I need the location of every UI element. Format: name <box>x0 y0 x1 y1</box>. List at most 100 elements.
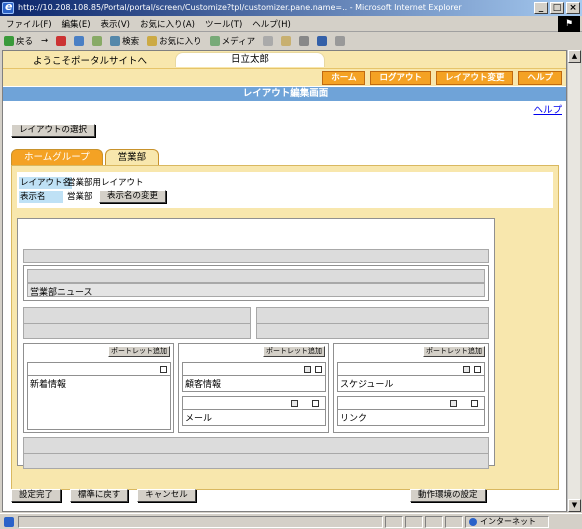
home-button[interactable] <box>92 36 103 46</box>
close-icon[interactable] <box>471 399 478 407</box>
close-icon[interactable] <box>160 365 167 373</box>
scroll-down-icon[interactable]: ▼ <box>568 499 581 512</box>
middle-right-cell <box>256 307 489 339</box>
nav-home-button[interactable]: ホーム <box>322 71 366 85</box>
history-icon <box>263 36 274 46</box>
close-icon[interactable] <box>312 399 319 407</box>
stop-icon <box>56 36 67 46</box>
environment-settings-button[interactable]: 動作環境の設定 <box>410 489 486 502</box>
maximize-icon[interactable] <box>450 399 457 407</box>
portlet-schedule: スケジュール <box>337 362 485 392</box>
word-icon <box>317 36 328 46</box>
portlet-customer-info: 顧客情報 <box>182 362 326 392</box>
group-tabs: ホームグループ 営業部 <box>11 149 161 165</box>
menu-file[interactable]: ファイル(F) <box>6 18 52 30</box>
nav-logout-button[interactable]: ログアウト <box>370 71 431 85</box>
discuss-icon <box>335 36 346 46</box>
maximize-icon[interactable] <box>463 365 470 373</box>
edit-button[interactable] <box>317 36 328 46</box>
vertical-scrollbar[interactable]: ▲ ▼ <box>567 50 581 512</box>
cancel-button[interactable]: キャンセル <box>137 489 196 502</box>
refresh-icon <box>74 36 85 46</box>
search-button[interactable]: 検索 <box>110 35 139 47</box>
windows-flag-icon: ⚑ <box>558 16 580 32</box>
browser-toolbar: 戻る → 検索 お気に入り メディア <box>0 33 582 49</box>
favorites-icon <box>147 36 158 46</box>
print-icon <box>299 36 310 46</box>
restore-default-button[interactable]: 標準に戻す <box>69 489 129 502</box>
zone-indicator: インターネット <box>465 515 549 528</box>
close-icon[interactable] <box>474 365 481 373</box>
layout-name-value: 営業部用レイアウト <box>67 178 144 188</box>
top-portlet-bar <box>27 269 485 283</box>
finish-settings-button[interactable]: 設定完了 <box>11 489 62 502</box>
add-portlet-button-col1[interactable]: ポートレット追加 <box>108 346 170 357</box>
portlet-name: 顧客情報 <box>185 380 222 390</box>
forward-button[interactable]: → <box>41 36 48 46</box>
nav-layout-change-button[interactable]: レイアウト変更 <box>435 71 514 85</box>
add-portlet-button-col2[interactable]: ポートレット追加 <box>263 346 325 357</box>
bottom-row <box>23 437 489 469</box>
media-button[interactable]: メディア <box>209 35 255 47</box>
help-link[interactable]: ヘルプ <box>533 102 562 116</box>
middle-left-cell <box>23 307 251 339</box>
status-text <box>18 515 383 528</box>
display-name-value: 営業部 <box>67 192 93 202</box>
layout-name-label: レイアウト名 <box>19 177 73 189</box>
display-name-change-button[interactable]: 表示名の変更 <box>99 190 167 203</box>
add-portlet-button-col3[interactable]: ポートレット追加 <box>423 346 485 357</box>
menu-favorites[interactable]: お気に入り(A) <box>140 18 195 30</box>
refresh-button[interactable] <box>74 36 85 46</box>
layout-editor-area: 営業部ニュース ポートレット追加 新着情報 ポートレット追加 顧客情報 メール … <box>17 218 495 469</box>
menu-bar: ファイル(F) 編集(E) 表示(V) お気に入り(A) ツール(T) ヘルプ(… <box>0 16 582 32</box>
layout-select-button[interactable]: レイアウトの選択 <box>11 124 96 137</box>
window-title: http://10.208.108.85/Portal/portal/scree… <box>18 3 462 12</box>
tab-home-group[interactable]: ホームグループ <box>11 149 103 165</box>
maximize-button[interactable]: □ <box>550 2 564 14</box>
minimize-button[interactable]: _ <box>534 2 548 14</box>
scroll-up-icon[interactable]: ▲ <box>568 50 581 63</box>
welcome-text: ようこそポータルサイトへ <box>33 56 148 67</box>
window-titlebar: http://10.208.108.85/Portal/portal/scree… <box>0 0 582 16</box>
column-3: ポートレット追加 スケジュール リンク <box>333 343 489 433</box>
close-icon[interactable] <box>315 365 322 373</box>
top-portlet-name: 営業部ニュース <box>30 288 93 298</box>
history-button[interactable] <box>263 36 274 46</box>
home-icon <box>92 36 103 46</box>
portlet-name: メール <box>185 414 213 424</box>
column-1: ポートレット追加 新着情報 <box>23 343 174 433</box>
portal-top-strip: ようこそポータルサイトへ 日立太郎 <box>3 51 566 68</box>
menu-edit[interactable]: 編集(E) <box>62 18 91 30</box>
stop-button[interactable] <box>56 36 67 46</box>
mail-button[interactable] <box>281 36 292 46</box>
print-button[interactable] <box>299 36 310 46</box>
portlet-name: スケジュール <box>340 380 394 390</box>
footer-buttons: 設定完了 標準に戻す キャンセル <box>11 489 202 502</box>
top-row-header <box>23 249 489 263</box>
top-portlet: 営業部ニュース <box>27 283 485 298</box>
page-title: レイアウト編集画面 <box>3 87 566 101</box>
favorites-button[interactable]: お気に入り <box>147 35 202 47</box>
maximize-icon[interactable] <box>291 399 298 407</box>
menu-tools[interactable]: ツール(T) <box>205 18 242 30</box>
top-row-container: 営業部ニュース <box>23 265 489 301</box>
tab-sales-dept[interactable]: 営業部 <box>104 149 160 165</box>
discuss-button[interactable] <box>335 36 346 46</box>
globe-icon <box>469 517 477 526</box>
portlet-link: リンク <box>337 396 485 426</box>
mail-icon <box>281 36 292 46</box>
nav-help-button[interactable]: ヘルプ <box>518 71 562 85</box>
maximize-icon[interactable] <box>304 365 311 373</box>
portlet-mail: メール <box>182 396 326 426</box>
menu-view[interactable]: 表示(V) <box>101 18 130 30</box>
status-bar: インターネット <box>0 513 582 529</box>
portlet-name: リンク <box>340 414 368 424</box>
back-button[interactable]: 戻る <box>4 35 33 47</box>
media-icon <box>209 36 220 46</box>
back-arrow-icon <box>4 36 14 46</box>
close-button[interactable]: × <box>566 2 580 14</box>
page-viewport: ようこそポータルサイトへ 日立太郎 ホーム ログアウト レイアウト変更 ヘルプ … <box>2 50 567 512</box>
search-icon <box>110 36 121 46</box>
menu-help[interactable]: ヘルプ(H) <box>252 18 291 30</box>
user-name: 日立太郎 <box>175 52 325 67</box>
